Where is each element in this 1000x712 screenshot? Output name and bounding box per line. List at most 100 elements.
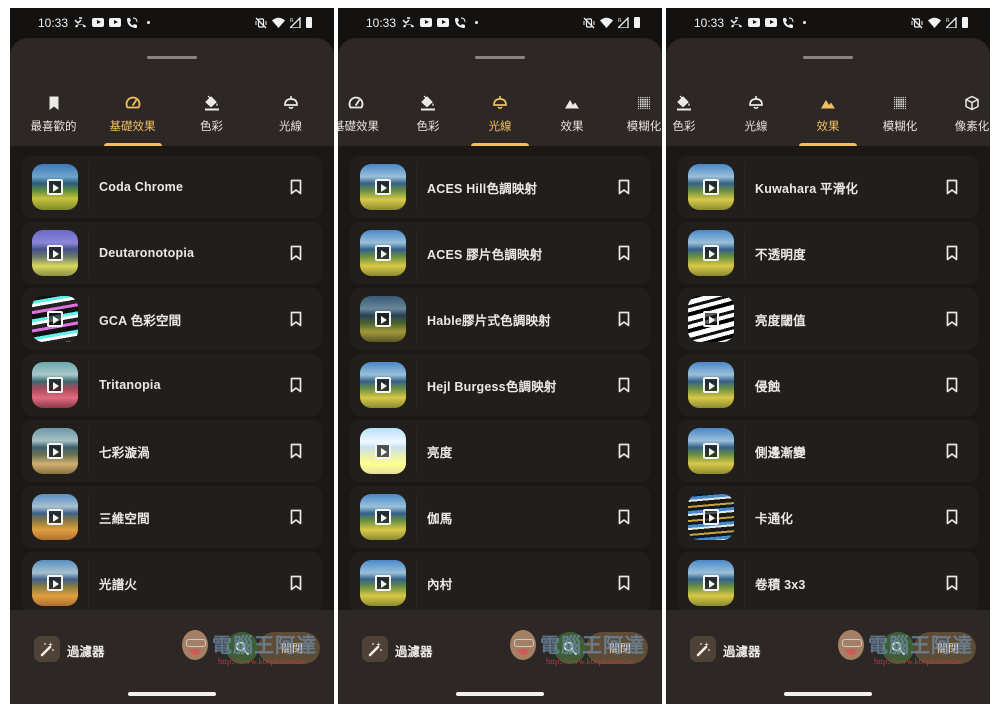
close-button-label: 關閉 <box>937 642 959 655</box>
bookmark-icon[interactable] <box>944 179 960 195</box>
filter-list-item[interactable]: 三維空間 <box>22 486 322 548</box>
filter-preview-thumbnail <box>360 362 406 408</box>
bookmark-icon[interactable] <box>288 509 304 525</box>
filter-list-item[interactable]: 內村 <box>350 552 650 610</box>
tab-ceiling-lamp[interactable]: 光線 <box>464 86 536 146</box>
filter-preview-thumbnail <box>688 296 734 342</box>
tab-ceiling-lamp[interactable]: 光線 <box>255 86 327 146</box>
tab-paint-bucket[interactable]: 色彩 <box>176 86 248 146</box>
filter-name: Hable膠片式色調映射 <box>427 313 551 328</box>
drag-handle[interactable] <box>147 56 197 59</box>
filter-list-item[interactable]: Tritanopia <box>22 354 322 416</box>
wifi-icon <box>272 17 285 28</box>
play-icon <box>375 509 391 525</box>
filter-list-item[interactable]: 卷積 3x3 <box>678 552 978 610</box>
close-button[interactable]: 關閉 <box>258 632 320 664</box>
tab-ceiling-lamp[interactable]: 光線 <box>720 86 792 146</box>
divider <box>416 164 417 210</box>
close-button[interactable]: 關閉 <box>914 632 976 664</box>
bookmark-icon[interactable] <box>288 377 304 393</box>
filter-name: 伽馬 <box>427 511 453 526</box>
bookmark-icon[interactable] <box>944 509 960 525</box>
filter-list-item[interactable]: Deutaronotopia <box>22 222 322 284</box>
filter-list-item[interactable]: 卡通化 <box>678 486 978 548</box>
speedometer-icon <box>347 94 365 112</box>
bookmark-icon[interactable] <box>288 245 304 261</box>
tab-cube[interactable]: 像素化 <box>936 86 990 146</box>
filter-list-item[interactable]: 側邊漸變 <box>678 420 978 482</box>
filter-list-item[interactable]: 不透明度 <box>678 222 978 284</box>
bookmark-icon[interactable] <box>616 179 632 195</box>
filter-list-item[interactable]: 七彩漩渦 <box>22 420 322 482</box>
filter-list-item[interactable]: Hable膠片式色調映射 <box>350 288 650 350</box>
search-button[interactable] <box>226 632 258 664</box>
tab-label: 光線 <box>744 119 768 133</box>
youtube-icon <box>765 18 777 27</box>
tab-speedometer[interactable]: 基礎效果 <box>97 86 169 146</box>
home-indicator[interactable] <box>128 692 216 696</box>
missed-call-icon <box>402 17 414 28</box>
tab-dot-grid[interactable]: 模糊化 <box>864 86 936 146</box>
bookmark-icon[interactable] <box>944 443 960 459</box>
tab-bookmark-filled[interactable]: 最喜歡的 <box>18 86 90 146</box>
bookmark-icon[interactable] <box>944 377 960 393</box>
tab-mountain[interactable]: 效果 <box>792 86 864 146</box>
tab-speedometer[interactable]: 基礎效果 <box>338 86 392 146</box>
filter-list-item[interactable]: 光譜火 <box>22 552 322 610</box>
play-icon <box>47 443 63 459</box>
category-tabs: 基礎效果 色彩 光線 效果 模糊化 <box>338 86 661 146</box>
filter-list-item[interactable]: GCA 色彩空間 <box>22 288 322 350</box>
bookmark-icon[interactable] <box>616 311 632 327</box>
filter-list[interactable]: Kuwahara 平滑化 不透明度 亮度閾值 侵蝕 側邊漸變 卡通化 卷積 3x3 <box>666 146 990 610</box>
filter-preview-thumbnail <box>32 296 78 342</box>
home-indicator[interactable] <box>456 692 544 696</box>
filter-list[interactable]: Coda Chrome Deutaronotopia GCA 色彩空間 Tritano… <box>10 146 334 610</box>
tab-label: 效果 <box>560 119 584 133</box>
bookmark-icon[interactable] <box>944 311 960 327</box>
divider <box>88 230 89 276</box>
filter-preview-thumbnail <box>688 560 734 606</box>
bookmark-icon[interactable] <box>288 179 304 195</box>
bookmark-icon[interactable] <box>616 509 632 525</box>
bookmark-icon[interactable] <box>616 377 632 393</box>
tab-paint-bucket[interactable]: 色彩 <box>392 86 464 146</box>
filter-list-item[interactable]: Coda Chrome <box>22 156 322 218</box>
drag-handle[interactable] <box>803 56 853 59</box>
bookmark-icon[interactable] <box>616 575 632 591</box>
filter-list-item[interactable]: 亮度閾值 <box>678 288 978 350</box>
bookmark-icon[interactable] <box>616 245 632 261</box>
tab-mountain[interactable]: 效果 <box>536 86 608 146</box>
filter-list-item[interactable]: 亮度 <box>350 420 650 482</box>
close-button-label: 關閉 <box>609 642 631 655</box>
bookmark-icon[interactable] <box>944 245 960 261</box>
bookmark-icon[interactable] <box>616 443 632 459</box>
status-right-icons: R <box>911 16 968 29</box>
tab-paint-bucket[interactable]: 色彩 <box>666 86 720 146</box>
filter-title: 過濾器 <box>395 644 433 659</box>
filter-name: ACES Hill色調映射 <box>427 181 538 196</box>
bookmark-icon[interactable] <box>288 443 304 459</box>
divider <box>744 230 745 276</box>
tab-dot-grid[interactable]: 模糊化 <box>608 86 662 146</box>
magic-wand-icon <box>362 636 388 662</box>
filter-list-item[interactable]: 侵蝕 <box>678 354 978 416</box>
filter-list-item[interactable]: Kuwahara 平滑化 <box>678 156 978 218</box>
divider <box>416 362 417 408</box>
divider <box>744 494 745 540</box>
close-button[interactable]: 關閉 <box>586 632 648 664</box>
filter-list-item[interactable]: 伽馬 <box>350 486 650 548</box>
search-button[interactable] <box>554 632 586 664</box>
wifi-calling-icon <box>127 17 138 28</box>
home-indicator[interactable] <box>784 692 872 696</box>
filter-list-item[interactable]: ACES Hill色調映射 <box>350 156 650 218</box>
svg-text:R: R <box>618 18 622 24</box>
bookmark-icon[interactable] <box>944 575 960 591</box>
search-button[interactable] <box>882 632 914 664</box>
bookmark-icon[interactable] <box>288 311 304 327</box>
bookmark-icon[interactable] <box>288 575 304 591</box>
filter-list[interactable]: ACES Hill色調映射 ACES 膠片色調映射 Hable膠片式色調映射 Hejl… <box>338 146 662 610</box>
filter-list-item[interactable]: ACES 膠片色調映射 <box>350 222 650 284</box>
wifi-calling-icon <box>783 17 794 28</box>
drag-handle[interactable] <box>475 56 525 59</box>
filter-list-item[interactable]: Hejl Burgess色調映射 <box>350 354 650 416</box>
